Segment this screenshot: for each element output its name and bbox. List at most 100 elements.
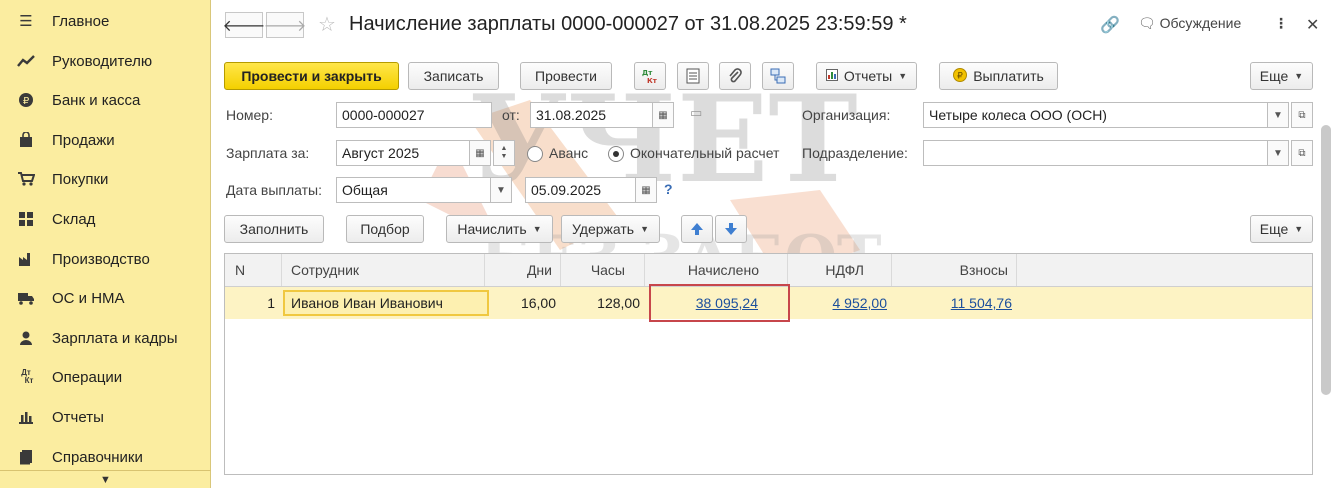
cell-accrued[interactable]: 38 095,24: [649, 284, 790, 322]
fill-button[interactable]: Заполнить: [224, 215, 324, 243]
pick-button[interactable]: Подбор: [346, 215, 424, 243]
organization-field[interactable]: Четыре колеса ООО (ОСН): [923, 102, 1268, 128]
organization-dropdown[interactable]: ▼: [1267, 102, 1289, 128]
pay-date-type-select[interactable]: Общая: [336, 177, 491, 203]
attach-button[interactable]: [719, 62, 751, 90]
page-title: Начисление зарплаты 0000-000027 от 31.08…: [349, 13, 907, 35]
chevron-down-icon: ▼: [898, 71, 908, 81]
document-list-button[interactable]: [677, 62, 709, 90]
chevron-up-icon: ▲: [500, 145, 508, 152]
structure-button[interactable]: [762, 62, 794, 90]
sidebar-item-bank[interactable]: ₽ Банк и касса: [0, 84, 211, 116]
number-field[interactable]: 0000-000027: [336, 102, 492, 128]
cell-employee[interactable]: Иванов Иван Иванович: [283, 290, 489, 316]
reports-dropdown-button[interactable]: Отчеты ▼: [816, 62, 917, 90]
department-field[interactable]: [923, 140, 1268, 166]
cell-ndfl[interactable]: 4 952,00: [788, 287, 888, 319]
organization-open-button[interactable]: ⧉: [1291, 102, 1313, 128]
bag-icon: [16, 130, 36, 150]
document-icon: [686, 68, 700, 84]
paperclip-icon: [729, 68, 742, 83]
forward-button[interactable]: 🡒: [263, 12, 307, 38]
sidebar-item-reports[interactable]: Отчеты: [0, 401, 211, 433]
post-and-close-button[interactable]: Провести и закрыть: [224, 62, 399, 90]
accrued-link[interactable]: 38 095,24: [696, 295, 758, 311]
column-header-days[interactable]: Дни: [485, 254, 561, 286]
column-header-contributions[interactable]: Взносы: [892, 254, 1017, 286]
discussion-button[interactable]: 🗨 Обсуждение: [1138, 15, 1241, 32]
accrue-dropdown-button[interactable]: Начислить ▼: [446, 215, 553, 243]
sidebar-item-warehouse[interactable]: Склад: [0, 203, 211, 235]
column-header-employee[interactable]: Сотрудник: [282, 254, 485, 286]
chevron-down-icon: ▼: [532, 224, 542, 234]
pay-date-calendar-button[interactable]: ▦: [635, 177, 657, 203]
column-header-n[interactable]: N: [225, 254, 282, 286]
sidebar-scroll-down[interactable]: ▼: [0, 470, 211, 488]
table-more-button[interactable]: Еще ▼: [1250, 215, 1313, 243]
sidebar-item-salary[interactable]: Зарплата и кадры: [0, 322, 211, 354]
sidebar-item-label: Справочники: [52, 448, 143, 466]
vertical-scrollbar[interactable]: [1321, 125, 1331, 395]
close-icon[interactable]: ✕: [1306, 15, 1319, 35]
ndfl-link[interactable]: 4 952,00: [833, 295, 888, 311]
chevron-down-icon: ▼: [1294, 224, 1304, 234]
sidebar-item-label: Отчеты: [52, 408, 104, 426]
truck-icon: [16, 288, 36, 308]
link-icon[interactable]: 🔗: [1100, 15, 1120, 35]
help-icon[interactable]: ?: [664, 181, 673, 197]
arrow-right-icon: 🡒: [263, 17, 307, 35]
cell-days: 16,00: [520, 295, 556, 311]
department-open-button[interactable]: ⧉: [1291, 140, 1313, 166]
department-dropdown[interactable]: ▼: [1267, 140, 1289, 166]
report-icon: [825, 68, 838, 84]
advance-radio[interactable]: [527, 146, 543, 162]
arrow-down-icon: [725, 223, 737, 235]
contributions-link[interactable]: 11 504,76: [951, 295, 1012, 311]
table-row[interactable]: 1 Иванов Иван Иванович 16,00 128,00 38 0…: [225, 284, 1312, 322]
period-calendar-button[interactable]: ▦: [469, 140, 491, 166]
sidebar-item-operations[interactable]: Дт Кт Операции: [0, 361, 211, 393]
calendar-button[interactable]: ▦: [652, 102, 674, 128]
favorite-star-icon[interactable]: ☆: [318, 12, 336, 37]
more-label: Еще: [1259, 221, 1289, 237]
cell-contributions[interactable]: 11 504,76: [892, 287, 1012, 319]
save-button[interactable]: Записать: [408, 62, 499, 90]
sidebar-item-label: Покупки: [52, 170, 109, 188]
pay-date-type-dropdown[interactable]: ▼: [490, 177, 512, 203]
final-payment-label: Окончательный расчет: [630, 145, 780, 161]
date-field[interactable]: 31.08.2025: [530, 102, 653, 128]
sidebar-item-manager[interactable]: Руководителю: [0, 45, 211, 77]
sidebar-item-label: Производство: [52, 250, 150, 268]
column-header-accrued[interactable]: Начислено: [645, 254, 788, 286]
sidebar-item-label: ОС и НМА: [52, 289, 125, 307]
salary-period-field[interactable]: Август 2025: [336, 140, 470, 166]
column-header-hours[interactable]: Часы: [561, 254, 645, 286]
time-icon[interactable]: ▭: [690, 105, 702, 121]
arrow-up-icon: [691, 223, 703, 235]
sidebar-item-main[interactable]: ☰ Главное: [0, 5, 211, 37]
coin-icon: ₽: [953, 67, 968, 85]
sidebar-item-sales[interactable]: Продажи: [0, 124, 211, 156]
move-down-button[interactable]: [715, 215, 747, 243]
sidebar-item-references[interactable]: Справочники: [0, 441, 211, 473]
dt-kt-movements-button[interactable]: Дт Кт: [634, 62, 666, 90]
pay-button[interactable]: ₽ Выплатить: [939, 62, 1058, 90]
sidebar-item-fixed-assets[interactable]: ОС и НМА: [0, 282, 211, 314]
column-header-ndfl[interactable]: НДФЛ: [788, 254, 892, 286]
open-icon: ⧉: [1298, 109, 1306, 121]
pay-date-field[interactable]: 05.09.2025: [525, 177, 636, 203]
post-button[interactable]: Провести: [520, 62, 612, 90]
period-stepper[interactable]: ▲ ▼: [493, 140, 515, 166]
sidebar-item-purchases[interactable]: Покупки: [0, 163, 211, 195]
dt-kt-icon: ДтКт: [642, 69, 658, 84]
bar-chart-icon: [16, 407, 36, 427]
calendar-icon: ▦: [641, 184, 651, 196]
move-up-button[interactable]: [681, 215, 713, 243]
more-menu-icon[interactable]: ⋮: [1274, 15, 1288, 32]
sidebar-item-production[interactable]: Производство: [0, 243, 211, 275]
back-button[interactable]: 🡐: [223, 12, 265, 38]
pay-label: Выплатить: [973, 68, 1044, 84]
final-payment-radio[interactable]: [608, 146, 624, 162]
withhold-dropdown-button[interactable]: Удержать ▼: [561, 215, 660, 243]
more-button[interactable]: Еще ▼: [1250, 62, 1313, 90]
